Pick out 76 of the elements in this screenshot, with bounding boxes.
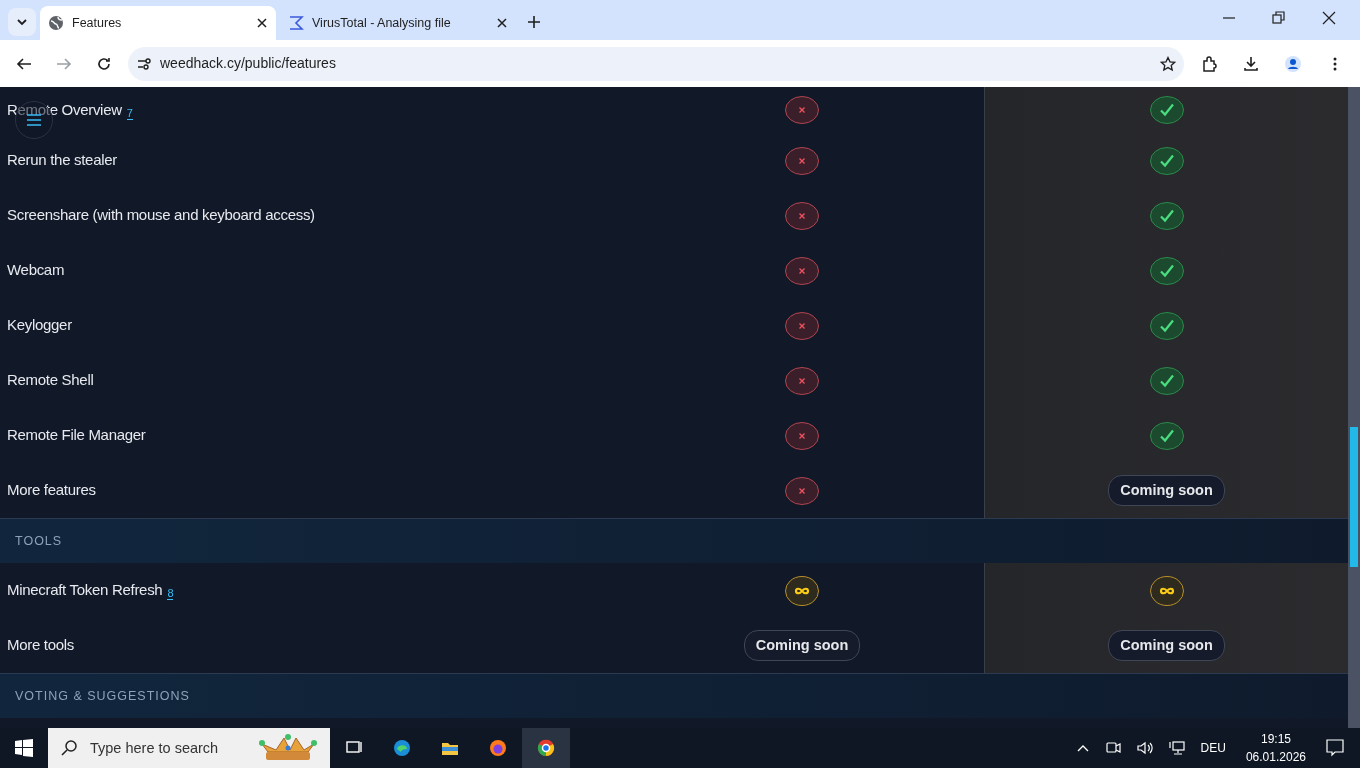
feature-label: Remote File Manager xyxy=(7,426,146,444)
feature-label: Screenshare (with mouse and keyboard access) xyxy=(7,206,315,224)
cross-icon xyxy=(785,311,819,340)
scrollbar[interactable] xyxy=(1348,87,1360,728)
camera-icon[interactable] xyxy=(1104,740,1121,756)
url-text: weedhack.cy/public/features xyxy=(160,54,337,73)
windows-icon xyxy=(15,739,33,757)
feature-label: Keylogger xyxy=(7,316,72,334)
crown-icon xyxy=(258,734,318,762)
star-icon[interactable] xyxy=(1160,55,1176,72)
back-icon xyxy=(16,55,32,72)
speaker-icon[interactable] xyxy=(1136,740,1153,756)
feature-label: More features xyxy=(7,481,96,499)
feature-label: Rerun the stealer xyxy=(7,151,117,169)
section-heading: VOTING & SUGGESTIONS xyxy=(0,673,1348,718)
chrome-icon xyxy=(537,739,555,757)
tab-title: VirusTotal - Analysing file xyxy=(312,14,452,32)
download-icon xyxy=(1243,55,1259,72)
browser-tab[interactable]: VirusTotal - Analysing file xyxy=(280,6,516,40)
section-heading: TOOLS xyxy=(0,518,1348,563)
reload-icon xyxy=(96,55,112,72)
chevron-up-icon[interactable] xyxy=(1076,743,1089,753)
scroll-thumb[interactable] xyxy=(1350,427,1358,567)
sigma-icon xyxy=(288,15,304,31)
site-settings-icon[interactable] xyxy=(136,55,152,72)
cross-icon xyxy=(785,201,819,230)
check-icon xyxy=(1149,421,1184,450)
cross-icon xyxy=(785,366,819,395)
footnote-link[interactable]: 8 xyxy=(167,587,174,601)
taskbar-app[interactable] xyxy=(522,728,570,768)
plus-icon xyxy=(527,15,541,29)
cross-icon xyxy=(785,256,819,285)
check-icon xyxy=(1149,311,1184,340)
clock-time[interactable]: 19:15 xyxy=(1260,730,1291,748)
feature-label: Minecraft Token Refresh xyxy=(7,581,163,599)
footnote-link[interactable]: 7 xyxy=(126,106,133,120)
restore-icon xyxy=(1272,11,1286,25)
infinity-icon xyxy=(1149,575,1184,606)
check-icon xyxy=(1149,256,1184,285)
feature-label: More tools xyxy=(7,636,75,654)
menu-icon xyxy=(26,114,42,126)
status-pill: Coming soon xyxy=(1108,474,1225,507)
browser-tab[interactable]: Features xyxy=(40,6,276,40)
network-icon[interactable] xyxy=(1168,740,1185,756)
feature-label: Remote Shell xyxy=(7,371,94,389)
status-pill: Coming soon xyxy=(1108,629,1225,662)
cross-icon xyxy=(785,96,819,124)
cross-icon xyxy=(785,421,819,450)
check-icon xyxy=(1149,201,1184,230)
tab-list-button[interactable] xyxy=(8,8,36,36)
feature-label: Webcam xyxy=(7,261,65,279)
infinity-icon xyxy=(785,575,819,606)
check-icon xyxy=(1149,366,1184,395)
tab-title: Features xyxy=(72,14,123,32)
notification-icon[interactable] xyxy=(1326,739,1344,757)
address-bar[interactable]: weedhack.cy/public/features xyxy=(128,46,1184,81)
language-indicator[interactable]: DEU xyxy=(1200,739,1226,757)
check-icon xyxy=(1149,96,1184,124)
profile-icon xyxy=(1285,55,1301,72)
cross-icon xyxy=(785,476,819,505)
close-icon[interactable] xyxy=(496,17,508,29)
edge-icon xyxy=(393,739,411,757)
taskbar-search[interactable]: Type here to search xyxy=(48,728,330,768)
feature-label: Remote Overview xyxy=(7,100,122,118)
close-icon[interactable] xyxy=(256,17,268,29)
forward-icon xyxy=(56,55,72,72)
close-window-icon xyxy=(1322,11,1336,25)
firefox-icon xyxy=(489,739,507,757)
puzzle-icon xyxy=(1201,55,1217,72)
clock-date[interactable]: 06.01.2026 xyxy=(1245,748,1306,766)
globe-icon xyxy=(48,15,64,31)
search-icon xyxy=(60,739,78,757)
caret-icon xyxy=(16,17,28,27)
cross-icon xyxy=(785,146,819,175)
check-icon xyxy=(1149,146,1184,175)
status-pill: Coming soon xyxy=(743,629,861,662)
